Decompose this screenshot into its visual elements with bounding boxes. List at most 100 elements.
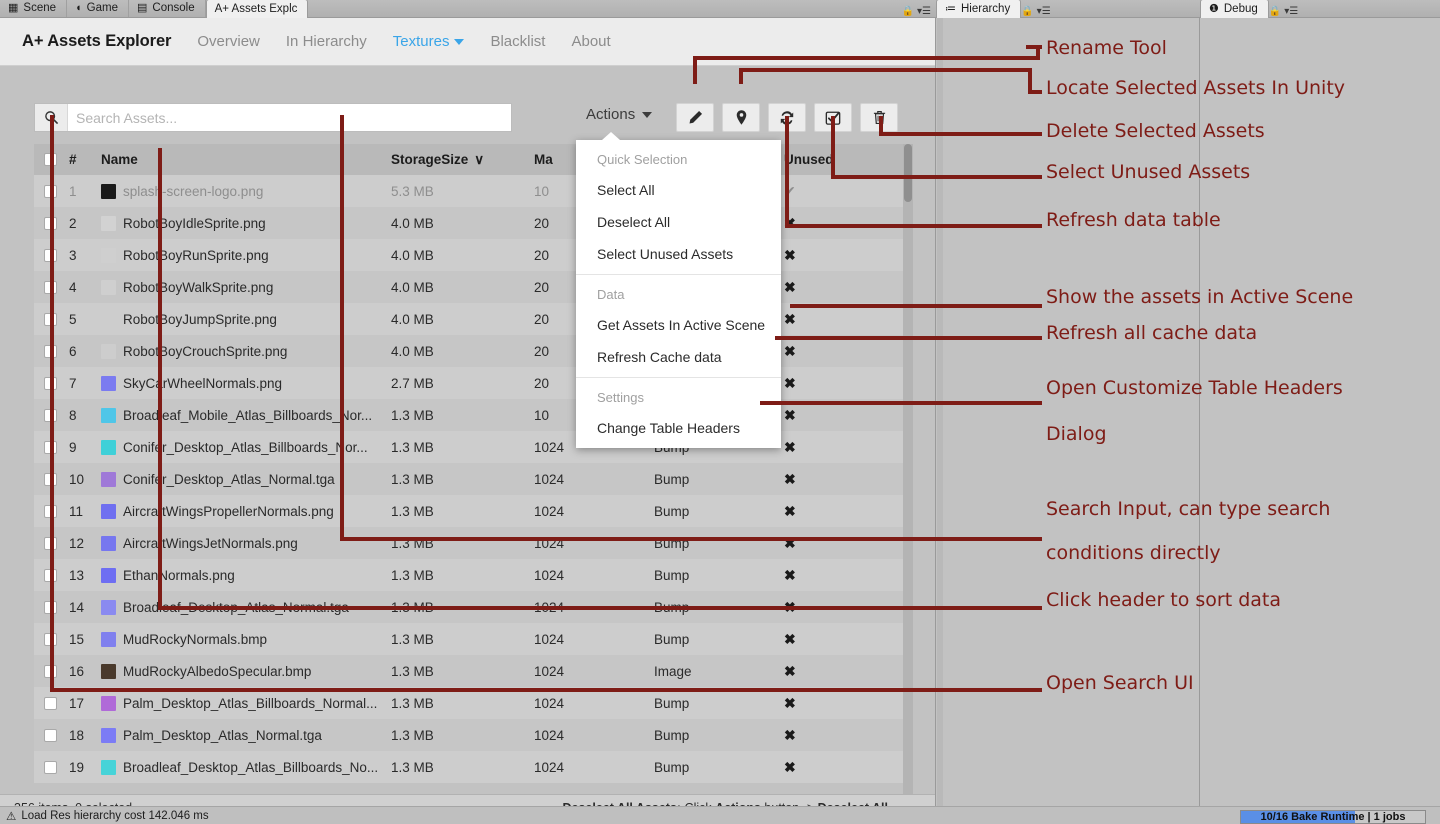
row-name-cell[interactable]: RobotBoyCrouchSprite.png — [101, 344, 391, 359]
row-checkbox[interactable] — [34, 441, 67, 454]
row-name-cell[interactable]: Broadleaf_Mobile_Atlas_Billboards_Nor... — [101, 408, 391, 423]
tabbar-controls[interactable]: 🔒 ▾☰ — [1021, 6, 1055, 17]
row-name-cell[interactable]: SkyCarWheelNormals.png — [101, 376, 391, 391]
row-name-cell[interactable]: splash-screen-logo.png — [101, 184, 391, 199]
unity-tab-scene[interactable]: ▦ Scene — [0, 0, 67, 17]
nav-item-blacklist[interactable]: Blacklist — [490, 33, 545, 50]
debug-tab-bar: ❶ Debug 🔒 ▾☰ — [1200, 0, 1440, 18]
row-checkbox[interactable] — [34, 601, 67, 614]
menu-icon[interactable]: ▾☰ — [1284, 6, 1298, 17]
table-scrollbar-thumb[interactable] — [904, 144, 912, 202]
row-index: 2 — [67, 216, 101, 231]
menu-item-refresh-cache-data[interactable]: Refresh Cache data — [576, 341, 781, 373]
lock-icon[interactable]: 🔒 — [1021, 6, 1033, 17]
table-row[interactable]: 17Palm_Desktop_Atlas_Billboards_Normal..… — [34, 687, 903, 719]
refresh-table-button[interactable] — [768, 103, 806, 132]
menu-icon[interactable]: ▾☰ — [1037, 6, 1051, 17]
actions-dropdown-button[interactable]: Actions — [586, 106, 652, 123]
nav-item-about[interactable]: About — [571, 33, 610, 50]
menu-item-get-assets-in-active-scene[interactable]: Get Assets In Active Scene — [576, 309, 781, 341]
unity-tab-console[interactable]: ▤ Console — [129, 0, 206, 17]
row-name-cell[interactable]: RobotBoyIdleSprite.png — [101, 216, 391, 231]
unity-status-message-row[interactable]: ⚠ Load Res hierarchy cost 142.046 ms — [0, 809, 209, 823]
row-checkbox[interactable] — [34, 313, 67, 326]
select-unused-button[interactable] — [814, 103, 852, 132]
asset-name: RobotBoyJumpSprite.png — [123, 312, 277, 327]
row-checkbox[interactable] — [34, 249, 67, 262]
menu-icon[interactable]: ▾☰ — [917, 6, 931, 17]
row-name-cell[interactable]: RobotBoyJumpSprite.png — [101, 312, 391, 327]
row-checkbox[interactable] — [34, 377, 67, 390]
nav-item-textures[interactable]: Textures — [393, 33, 465, 50]
header-storage-size[interactable]: StorageSize∨ — [391, 152, 534, 168]
nav-item-in-hierarchy[interactable]: In Hierarchy — [286, 33, 367, 50]
header-name[interactable]: Name — [101, 152, 391, 167]
row-checkbox[interactable] — [34, 761, 67, 774]
menu-item-deselect-all[interactable]: Deselect All — [576, 206, 781, 238]
unity-tab-game[interactable]: ◖ Game — [67, 0, 129, 17]
lock-icon[interactable]: 🔒 — [902, 6, 914, 17]
row-name-cell[interactable]: AircraftWingsJetNormals.png — [101, 536, 391, 551]
app-status-bar: 356 items, 0 selected Deselect All Asset… — [0, 794, 936, 806]
menu-item-change-table-headers[interactable]: Change Table Headers — [576, 412, 781, 444]
row-checkbox[interactable] — [34, 569, 67, 582]
unity-tab-assets-explorer[interactable]: A+ Assets Explc — [206, 0, 309, 18]
row-checkbox[interactable] — [34, 537, 67, 550]
row-checkbox[interactable] — [34, 409, 67, 422]
search-icon-button[interactable] — [35, 104, 68, 131]
table-row[interactable]: 12AircraftWingsJetNormals.png1.3 MB1024B… — [34, 527, 903, 559]
search-bar — [34, 103, 512, 132]
row-name-cell[interactable]: MudRockyNormals.bmp — [101, 632, 391, 647]
bake-progress-badge[interactable]: 10/16 Bake Runtime | 1 jobs — [1240, 810, 1426, 824]
row-checkbox[interactable] — [34, 729, 67, 742]
row-name-cell[interactable]: AircraftWingsPropellerNormals.png — [101, 504, 391, 519]
table-row[interactable]: 10Conifer_Desktop_Atlas_Normal.tga1.3 MB… — [34, 463, 903, 495]
delete-assets-button[interactable] — [860, 103, 898, 132]
header-index[interactable]: # — [67, 152, 101, 167]
search-input[interactable] — [68, 104, 511, 131]
tabbar-controls[interactable]: 🔒 ▾☰ — [902, 6, 936, 17]
row-checkbox[interactable] — [34, 185, 67, 198]
row-checkbox[interactable] — [34, 633, 67, 646]
table-row[interactable]: 15MudRockyNormals.bmp1.3 MB1024Bump✖ — [34, 623, 903, 655]
tabbar-controls[interactable]: 🔒 ▾☰ — [1269, 6, 1303, 17]
row-name-cell[interactable]: Palm_Desktop_Atlas_Normal.tga — [101, 728, 391, 743]
row-name-cell[interactable]: Broadleaf_Desktop_Atlas_Billboards_No... — [101, 760, 391, 775]
menu-item-select-all[interactable]: Select All — [576, 174, 781, 206]
row-name-cell[interactable]: Conifer_Desktop_Atlas_Billboards_Nor... — [101, 440, 391, 455]
table-row[interactable]: 19Broadleaf_Desktop_Atlas_Billboards_No.… — [34, 751, 903, 783]
row-unused: ✖ — [784, 279, 884, 296]
row-name-cell[interactable]: RobotBoyWalkSprite.png — [101, 280, 391, 295]
header-unused[interactable]: Unused — [784, 152, 884, 167]
unity-tab-debug[interactable]: ❶ Debug — [1200, 0, 1269, 18]
header-select-all-checkbox[interactable] — [34, 153, 67, 166]
actions-dropdown-menu[interactable]: Quick Selection Select All Deselect All … — [576, 140, 781, 448]
rename-tool-button[interactable] — [676, 103, 714, 132]
row-name-cell[interactable]: Conifer_Desktop_Atlas_Normal.tga — [101, 472, 391, 487]
row-name-cell[interactable]: RobotBoyRunSprite.png — [101, 248, 391, 263]
row-name-cell[interactable]: EthanNormals.png — [101, 568, 391, 583]
row-checkbox[interactable] — [34, 473, 67, 486]
row-name-cell[interactable]: Palm_Desktop_Atlas_Billboards_Normal... — [101, 696, 391, 711]
table-row[interactable]: 14Broadleaf_Desktop_Atlas_Normal.tga1.3 … — [34, 591, 903, 623]
row-checkbox[interactable] — [34, 697, 67, 710]
row-checkbox[interactable] — [34, 505, 67, 518]
table-scrollbar-track[interactable] — [903, 144, 913, 794]
lock-icon[interactable]: 🔒 — [1269, 6, 1281, 17]
row-checkbox[interactable] — [34, 345, 67, 358]
table-row[interactable]: 11AircraftWingsPropellerNormals.png1.3 M… — [34, 495, 903, 527]
nav-item-overview[interactable]: Overview — [197, 33, 260, 50]
table-row[interactable]: 18Palm_Desktop_Atlas_Normal.tga1.3 MB102… — [34, 719, 903, 751]
row-name-cell[interactable]: MudRockyAlbedoSpecular.bmp — [101, 664, 391, 679]
table-row[interactable]: 16MudRockyAlbedoSpecular.bmp1.3 MB1024Im… — [34, 655, 903, 687]
row-checkbox[interactable] — [34, 281, 67, 294]
row-unused: ✖ — [784, 311, 884, 328]
menu-item-select-unused-assets[interactable]: Select Unused Assets — [576, 238, 781, 270]
locate-assets-button[interactable] — [722, 103, 760, 132]
table-row[interactable]: 13EthanNormals.png1.3 MB1024Bump✖ — [34, 559, 903, 591]
row-index: 15 — [67, 632, 101, 647]
row-checkbox[interactable] — [34, 217, 67, 230]
unity-tab-hierarchy[interactable]: ≔ Hierarchy — [936, 0, 1021, 18]
row-checkbox[interactable] — [34, 665, 67, 678]
row-name-cell[interactable]: Broadleaf_Desktop_Atlas_Normal.tga — [101, 600, 391, 615]
